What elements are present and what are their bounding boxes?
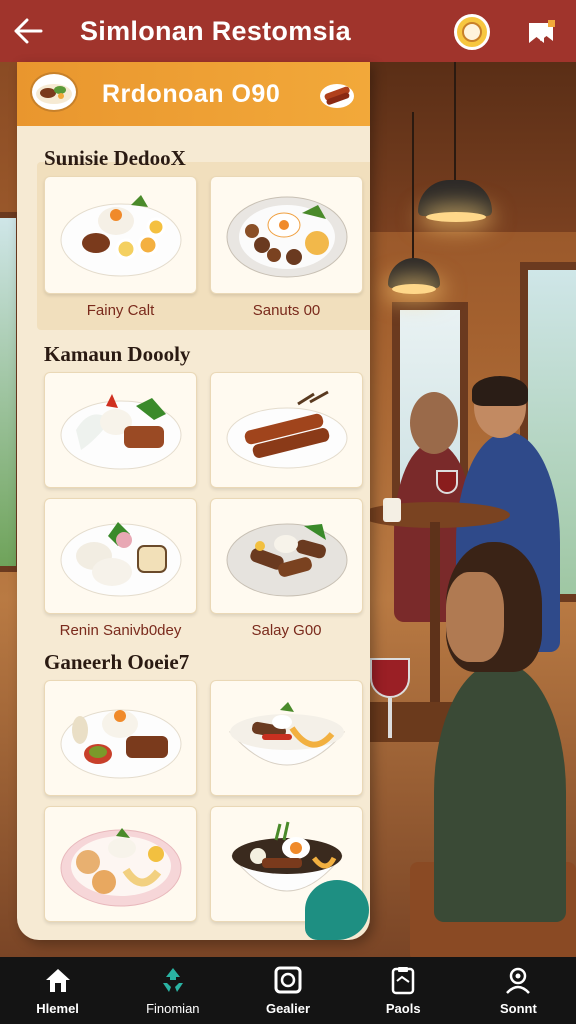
- nav-label: Finomian: [146, 1001, 200, 1016]
- section-title: Kamaun Doooly: [44, 342, 191, 366]
- wine-glass: [436, 470, 458, 494]
- bottom-navigation: Hlemel Finomian Gealier Paols Sonnt: [0, 957, 576, 1024]
- dish-image: [60, 394, 181, 470]
- dish-card[interactable]: [44, 806, 197, 922]
- dish-label: Sanuts 00: [252, 302, 321, 319]
- recycle-icon: [162, 968, 183, 992]
- frame-icon: [274, 966, 302, 994]
- dish-label: Fainy Calt: [86, 302, 155, 319]
- wine-glass: [370, 658, 410, 698]
- dish-card[interactable]: [44, 176, 197, 294]
- nav-label: Gealier: [265, 1001, 311, 1016]
- back-button[interactable]: [0, 0, 56, 62]
- profile-avatar-button[interactable]: [454, 14, 490, 50]
- dish-card[interactable]: [210, 680, 363, 796]
- dish-card[interactable]: [210, 372, 363, 488]
- banner-title: Rrdonoan O90: [102, 80, 281, 108]
- app-header: Simlonan Restomsia: [0, 0, 576, 62]
- bookmark-button[interactable]: [526, 17, 556, 47]
- dish-image: [226, 390, 347, 469]
- user-gear-icon: [506, 967, 531, 994]
- dish-card[interactable]: [44, 680, 197, 796]
- bookmark-icon: [529, 20, 555, 43]
- app-title: Simlonan Restomsia: [80, 15, 351, 46]
- menu-panel: Rrdonoan O90 Sunisie DedooX Fainy Calt S…: [17, 62, 370, 940]
- dish-image: [60, 828, 181, 907]
- dish-image: [60, 522, 181, 597]
- home-icon: [45, 969, 70, 992]
- dish-image: [60, 709, 181, 779]
- dish-card[interactable]: [210, 498, 363, 614]
- clipboard-icon: [391, 967, 415, 995]
- woman-green-top: [434, 662, 566, 922]
- grill-skewer-icon: [320, 84, 354, 108]
- dish-image: [226, 196, 347, 278]
- nav-item-sonnt[interactable]: Sonnt: [461, 957, 576, 1024]
- dish-card[interactable]: [210, 176, 363, 294]
- dish-label: Renin Sanivb0dey: [59, 622, 182, 639]
- dish-card[interactable]: [44, 498, 197, 614]
- nav-label: Hlemel: [36, 1001, 79, 1016]
- dish-plate-icon: [30, 72, 78, 112]
- face-avatar-icon: [462, 22, 482, 42]
- nav-item-home[interactable]: Hlemel: [0, 957, 115, 1024]
- nav-label: Paols: [385, 1001, 421, 1016]
- dish-label: Salay G00: [251, 622, 322, 639]
- nav-item-gealier[interactable]: Gealier: [230, 957, 345, 1024]
- section-title: Ganeerh Ooeie7: [44, 650, 190, 674]
- nav-item-finomian[interactable]: Finomian: [115, 957, 230, 1024]
- dish-image: [228, 702, 345, 766]
- dish-image: [60, 195, 181, 277]
- section-title: Sunisie DedooX: [44, 146, 186, 170]
- nav-item-paols[interactable]: Paols: [346, 957, 461, 1024]
- arrow-left-icon: [14, 18, 43, 44]
- dish-image: [226, 523, 347, 597]
- floating-action-button[interactable]: [305, 880, 369, 940]
- menu-banner: Rrdonoan O90: [17, 62, 370, 126]
- nav-label: Sonnt: [500, 1001, 537, 1016]
- dish-card[interactable]: [44, 372, 197, 488]
